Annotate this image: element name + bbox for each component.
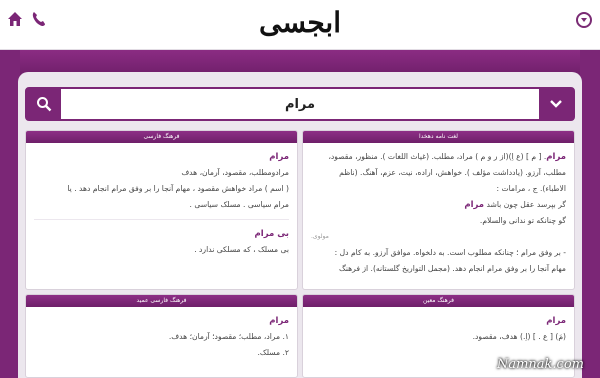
verse-headword: مرام — [464, 200, 485, 210]
definition-line: - بر وفق مرام ؛ چنانکه مطلوب است. به دلخ… — [334, 248, 566, 257]
search-bar — [25, 87, 575, 121]
card-farhang-amid: فرهنگ فارسی عمید مرام ۱. مراد، مطلب؛ مقص… — [25, 294, 298, 378]
verse-line: گر بپرسد عقل چون باشد — [486, 200, 567, 209]
divider — [34, 219, 289, 220]
definition-line: مرادومطلب، مقصود، آرمان، هدف — [181, 168, 289, 177]
poet-label: مولوی. — [311, 233, 329, 240]
definition-line: (مَ) [ ع . ] (اِ.) هدف، مقصود. — [472, 332, 566, 341]
definition-line: ( اسم ) مراد خواهش مقصود ، مهام آنجا را … — [67, 184, 289, 193]
card-title: فرهنگ معین — [303, 295, 574, 307]
definition-line: ۲. مسلک. — [257, 348, 290, 357]
definition-line: مطلب، آرزو. (یادداشت مؤلف ). خواهش، اراد… — [339, 168, 566, 177]
menu-icon[interactable] — [576, 12, 592, 28]
search-input[interactable] — [61, 89, 539, 119]
verse-line: گو چنانکه تو ندانی والسلام. — [479, 216, 566, 225]
card-farhang-farsi: فرهنگ فارسی مرام مرادومطلب، مقصود، آرمان… — [25, 130, 298, 290]
definition-line: الاطباء). ج ، مرامات : — [496, 184, 566, 193]
headword[interactable]: مرام — [34, 149, 289, 165]
headword[interactable]: مرام — [546, 152, 566, 162]
top-icons — [6, 10, 48, 28]
definition-line: مهام آنجا را بر وفق مرام انجام دهد. (مجم… — [339, 264, 566, 273]
definition-line: مرام سیاسی . مسلک سیاسی . — [189, 200, 289, 209]
search-button[interactable] — [27, 89, 61, 119]
chevron-down-icon — [550, 100, 562, 108]
headword[interactable]: مرام — [311, 313, 566, 329]
dropdown-button[interactable] — [539, 89, 573, 119]
card-title: لغت نامه دهخدا — [303, 131, 574, 143]
home-icon[interactable] — [6, 10, 24, 28]
site-logo[interactable]: ابجسی — [240, 6, 360, 40]
search-icon — [37, 97, 52, 112]
frame-left — [0, 50, 20, 378]
watermark: Namnak.com — [496, 357, 584, 372]
definition-line: ۱. مراد، مطلب؛ مقصود؛ آرمان؛ هدف. — [168, 332, 289, 341]
headword[interactable]: بی مرام — [34, 226, 289, 242]
definition-line: . [ م ] (ع اِ)(از ر و م ) مراد، مطلب. (غ… — [328, 152, 547, 161]
card-title: فرهنگ فارسی عمید — [26, 295, 297, 307]
definition-line: بی مسلک ، که مسلکی ندارد . — [194, 245, 289, 254]
phone-icon[interactable] — [30, 10, 48, 28]
top-bar: ابجسی — [0, 0, 600, 50]
headword[interactable]: مرام — [34, 313, 289, 329]
card-title: فرهنگ فارسی — [26, 131, 297, 143]
frame-right — [580, 50, 600, 378]
card-dehkhoda: لغت نامه دهخدا مرام. [ م ] (ع اِ)(از ر و… — [302, 130, 575, 290]
